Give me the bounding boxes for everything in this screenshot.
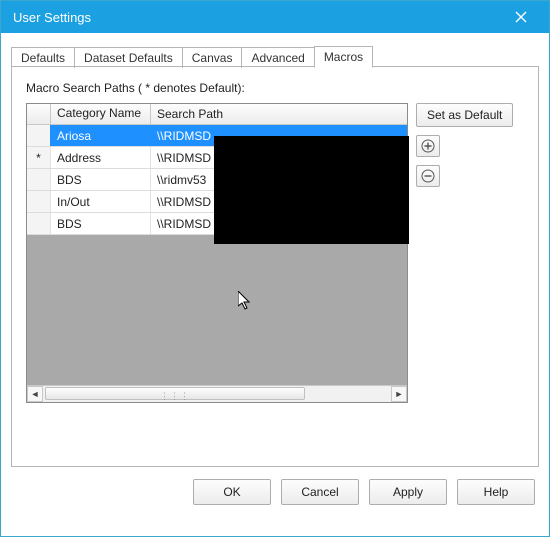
plus-icon [421,139,435,153]
dialog-body: Defaults Dataset Defaults Canvas Advance… [1,33,549,473]
tab-dataset-defaults[interactable]: Dataset Defaults [74,47,183,68]
col-header-default[interactable] [27,104,51,125]
cell-category: Address [51,147,151,168]
remove-row-button[interactable] [416,165,440,187]
tab-macros[interactable]: Macros [314,46,373,68]
grid-header: Category Name Search Path [27,104,407,125]
scroll-right-button[interactable]: ► [391,386,407,402]
cell-category: BDS [51,213,151,234]
col-header-path[interactable]: Search Path [151,104,407,125]
col-header-category[interactable]: Category Name [51,104,151,125]
cell-default: * [27,147,51,168]
grid-empty-area [27,235,407,385]
scroll-thumb[interactable]: ⋮⋮⋮ [45,387,305,400]
cell-default [27,125,51,146]
dialog-footer: OK Cancel Apply Help [1,473,549,517]
horizontal-scrollbar[interactable]: ◄ ⋮⋮⋮ ► [27,385,407,402]
tab-strip: Defaults Dataset Defaults Canvas Advance… [11,43,539,67]
side-column: Set as Default [416,103,513,403]
section-label: Macro Search Paths ( * denotes Default): [26,81,524,95]
ok-button[interactable]: OK [193,479,271,505]
cell-default [27,169,51,190]
add-row-button[interactable] [416,135,440,157]
close-icon [515,11,527,23]
tab-advanced[interactable]: Advanced [241,47,314,68]
close-button[interactable] [505,1,537,33]
cell-category: BDS [51,169,151,190]
titlebar: User Settings [1,1,549,33]
scroll-left-button[interactable]: ◄ [27,386,43,402]
redaction-overlay [214,136,409,244]
cancel-button[interactable]: Cancel [281,479,359,505]
apply-button[interactable]: Apply [369,479,447,505]
cell-category: Ariosa [51,125,151,146]
scroll-track[interactable]: ⋮⋮⋮ [43,386,391,402]
cell-category: In/Out [51,191,151,212]
help-button[interactable]: Help [457,479,535,505]
tab-panel-macros: Macro Search Paths ( * denotes Default):… [11,67,539,467]
tab-defaults[interactable]: Defaults [11,47,75,68]
tab-canvas[interactable]: Canvas [182,47,243,68]
set-as-default-button[interactable]: Set as Default [416,103,513,127]
window-title: User Settings [13,10,505,25]
cell-default [27,191,51,212]
cell-default [27,213,51,234]
macros-main-row: Category Name Search Path Ariosa \\RIDMS… [26,103,524,403]
minus-icon [421,169,435,183]
